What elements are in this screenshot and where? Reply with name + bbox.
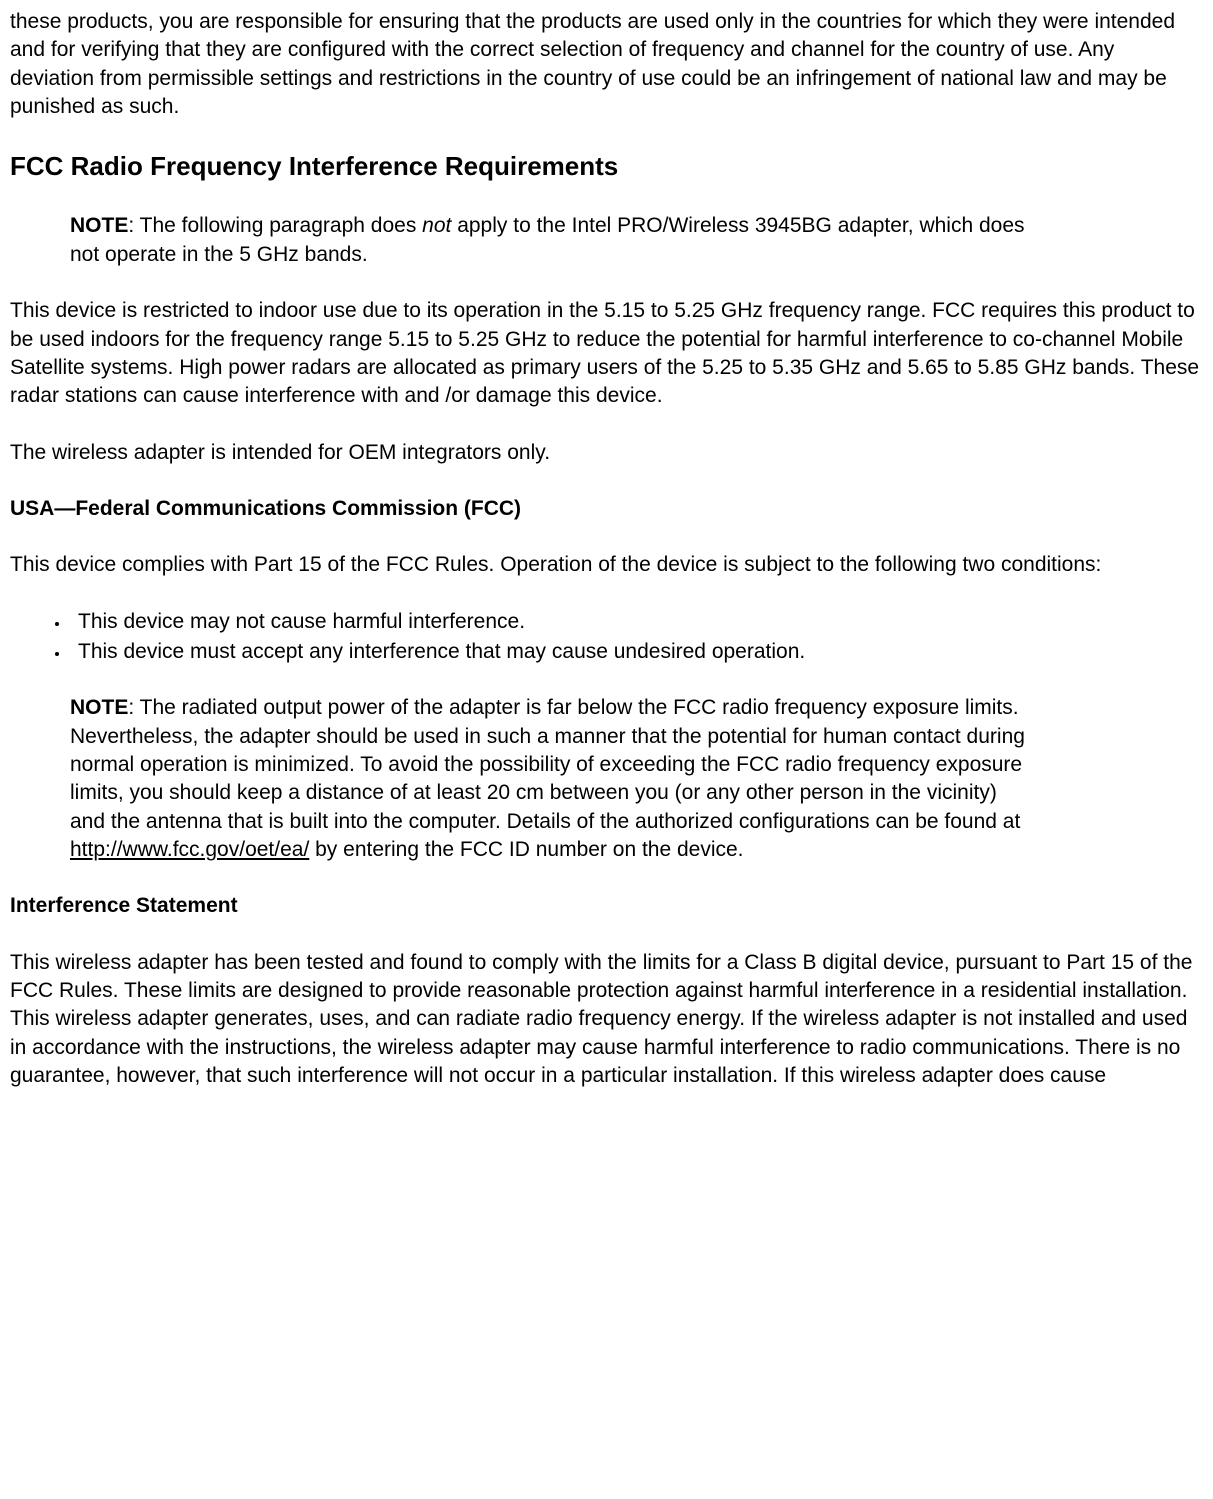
list-item: This device must accept any interference… (70, 638, 1203, 666)
paragraph-indoor-use: This device is restricted to indoor use … (10, 297, 1203, 410)
fcc-link[interactable]: http://www.fcc.gov/oet/ea/ (70, 838, 309, 861)
note-label: NOTE (70, 214, 128, 237)
heading-fcc-radio: FCC Radio Frequency Interference Require… (10, 149, 1203, 184)
paragraph-interference: This wireless adapter has been tested an… (10, 949, 1203, 1091)
heading-usa-fcc: USA—Federal Communications Commission (F… (10, 495, 1203, 523)
note-text-post: by entering the FCC ID number on the dev… (309, 838, 743, 861)
intro-paragraph: these products, you are responsible for … (10, 8, 1203, 121)
note-label: NOTE (70, 696, 128, 719)
note-block-2: NOTE: The radiated output power of the a… (70, 694, 1030, 864)
note-block-1: NOTE: The following paragraph does not a… (70, 212, 1030, 269)
paragraph-oem: The wireless adapter is intended for OEM… (10, 439, 1203, 467)
note-text-pre: : The radiated output power of the adapt… (70, 696, 1025, 832)
list-item: This device may not cause harmful interf… (70, 608, 1203, 636)
paragraph-complies: This device complies with Part 15 of the… (10, 551, 1203, 579)
note-text-italic: not (422, 214, 451, 237)
conditions-list: This device may not cause harmful interf… (10, 608, 1203, 667)
note-text-pre: : The following paragraph does (128, 214, 422, 237)
heading-interference: Interference Statement (10, 892, 1203, 920)
